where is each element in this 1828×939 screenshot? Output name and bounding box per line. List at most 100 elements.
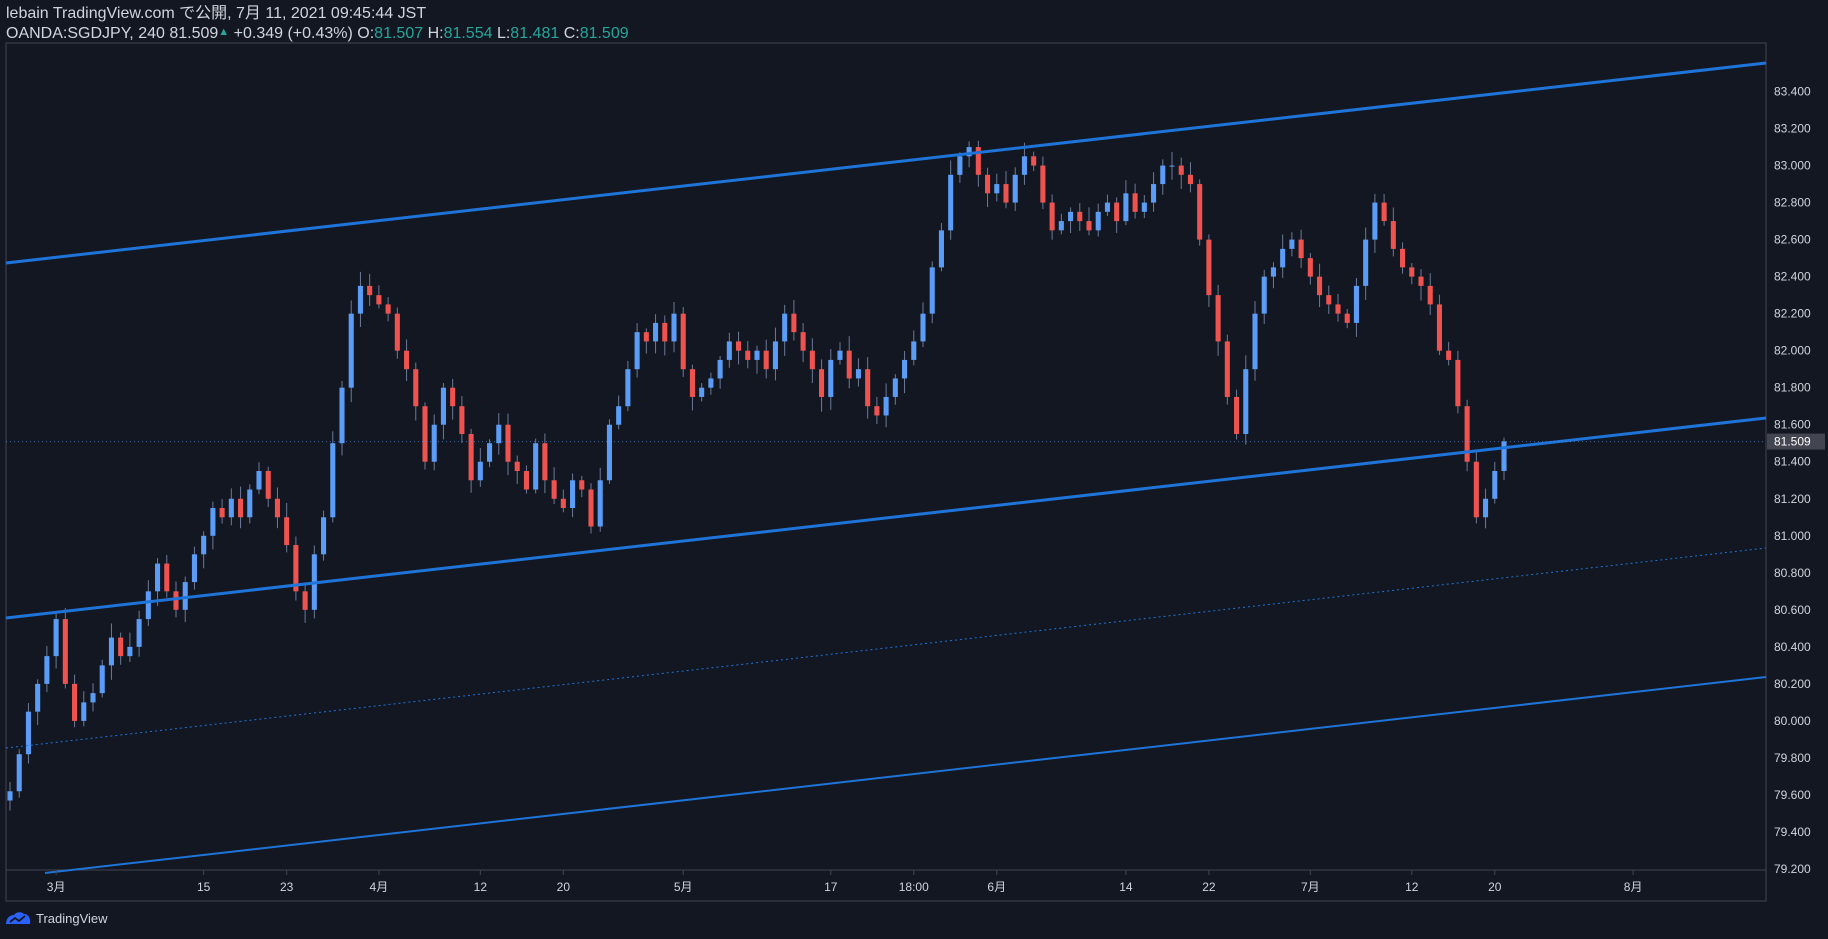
candle-down bbox=[745, 350, 751, 360]
candle-up bbox=[782, 313, 788, 342]
price-chart[interactable]: 83.400 83.200 83.000 82.800 82.600 82.400 82.2… bbox=[0, 0, 1828, 939]
candle-up bbox=[1252, 313, 1258, 370]
candle-down bbox=[736, 341, 742, 351]
candle-up bbox=[616, 406, 622, 425]
candle-down bbox=[1409, 267, 1415, 277]
candle-up bbox=[487, 443, 493, 462]
candle-up bbox=[994, 184, 1000, 194]
candle-down bbox=[523, 471, 529, 490]
candle-down bbox=[1427, 285, 1433, 305]
time-tick-label: 12 bbox=[1405, 880, 1419, 894]
time-tick-label: 20 bbox=[557, 880, 571, 894]
candle-up bbox=[938, 230, 944, 268]
candle-down bbox=[72, 683, 78, 721]
candle-up bbox=[339, 387, 345, 444]
candle-up bbox=[1270, 267, 1276, 277]
candle-up bbox=[191, 554, 197, 583]
channel-middle-line[interactable] bbox=[5, 416, 1767, 620]
candle-down bbox=[551, 480, 557, 499]
candle-down bbox=[1326, 295, 1332, 305]
candle-down bbox=[865, 369, 871, 407]
candle-down bbox=[1418, 276, 1424, 286]
channel-upper-line[interactable] bbox=[5, 61, 1767, 265]
price-tick-label: 79.800 bbox=[1774, 751, 1811, 765]
candle-up bbox=[348, 313, 354, 388]
candle-up bbox=[247, 489, 253, 518]
candle-down bbox=[1436, 304, 1442, 351]
candle-down bbox=[1224, 341, 1230, 397]
candle-up bbox=[1261, 276, 1267, 314]
price-tick-label: 81.600 bbox=[1774, 418, 1811, 432]
candle-down bbox=[1197, 184, 1203, 240]
time-tick-label: 18:00 bbox=[899, 880, 929, 894]
candle-up bbox=[1289, 239, 1295, 249]
candle-up bbox=[911, 341, 917, 360]
candle-up bbox=[597, 480, 603, 527]
candle-down bbox=[985, 174, 991, 194]
candle-up bbox=[699, 387, 705, 397]
candle-up bbox=[1483, 498, 1489, 518]
brand-name: TradingView bbox=[36, 910, 108, 926]
time-tick-label: 14 bbox=[1119, 880, 1133, 894]
candle-up bbox=[1280, 248, 1286, 268]
candle-up bbox=[902, 359, 908, 379]
candle-down bbox=[1040, 165, 1046, 203]
candle-up bbox=[717, 359, 723, 379]
candle-down bbox=[1381, 202, 1387, 222]
candle-down bbox=[173, 591, 179, 610]
candle-down bbox=[404, 350, 410, 370]
time-tick-label: 22 bbox=[1202, 880, 1216, 894]
candle-down bbox=[1206, 239, 1212, 296]
time-tick-label: 23 bbox=[280, 880, 294, 894]
candle-up bbox=[570, 480, 576, 509]
price-tick-label: 79.600 bbox=[1774, 788, 1811, 802]
price-tick-label: 81.400 bbox=[1774, 455, 1811, 469]
time-axis[interactable]: 3月 15 23 4月 12 20 5月 17 18:00 6月 14 22 7月 12 20 8月 bbox=[47, 870, 1643, 894]
candle-up bbox=[1492, 471, 1498, 499]
candle-down bbox=[238, 498, 244, 518]
time-tick-label: 8月 bbox=[1624, 880, 1643, 894]
time-tick-label: 15 bbox=[197, 880, 211, 894]
price-tick-label: 80.800 bbox=[1774, 566, 1811, 580]
candle-down bbox=[1077, 211, 1083, 222]
candle-down bbox=[1298, 239, 1304, 259]
candle-down bbox=[385, 304, 391, 314]
candle-down bbox=[1187, 174, 1193, 185]
time-tick-label: 6月 bbox=[987, 880, 1006, 894]
candle-down bbox=[662, 322, 668, 342]
price-tick-label: 79.400 bbox=[1774, 825, 1811, 839]
candle-up bbox=[920, 313, 926, 342]
candle-down bbox=[450, 387, 456, 407]
last-price-badge-text: 81.509 bbox=[1774, 435, 1811, 449]
price-tick-label: 82.000 bbox=[1774, 344, 1811, 358]
candle-up bbox=[477, 461, 483, 481]
candle-down bbox=[791, 313, 797, 333]
price-tick-label: 81.000 bbox=[1774, 529, 1811, 543]
candle-up bbox=[1372, 202, 1378, 240]
candle-up bbox=[948, 174, 954, 231]
candle-down bbox=[763, 350, 769, 370]
channel-lower-line[interactable] bbox=[44, 676, 1767, 874]
candle-down bbox=[1335, 304, 1341, 314]
candle-up bbox=[533, 443, 539, 490]
candle-up bbox=[1021, 156, 1027, 175]
candle-up bbox=[1501, 441, 1507, 471]
candle-down bbox=[1307, 258, 1313, 277]
candle-up bbox=[108, 637, 114, 666]
candle-down bbox=[1031, 156, 1037, 166]
candle-up bbox=[53, 619, 59, 657]
last-price-badge: 81.509 bbox=[1767, 433, 1825, 450]
candle-up bbox=[1151, 184, 1157, 203]
candle-up bbox=[496, 424, 502, 444]
candle-up bbox=[625, 369, 631, 407]
candle-up bbox=[1095, 211, 1101, 231]
candle-up bbox=[431, 424, 437, 462]
price-tick-label: 82.400 bbox=[1774, 270, 1811, 284]
footer-brand[interactable]: TradingView bbox=[4, 910, 108, 926]
candle-down bbox=[394, 313, 400, 351]
candle-up bbox=[201, 535, 207, 555]
candle-up bbox=[1243, 369, 1249, 434]
channel-dotted-line[interactable] bbox=[5, 547, 1767, 749]
price-axis[interactable]: 83.400 83.200 83.000 82.800 82.600 82.400 82.2… bbox=[1774, 85, 1811, 876]
candle-up bbox=[155, 563, 161, 592]
